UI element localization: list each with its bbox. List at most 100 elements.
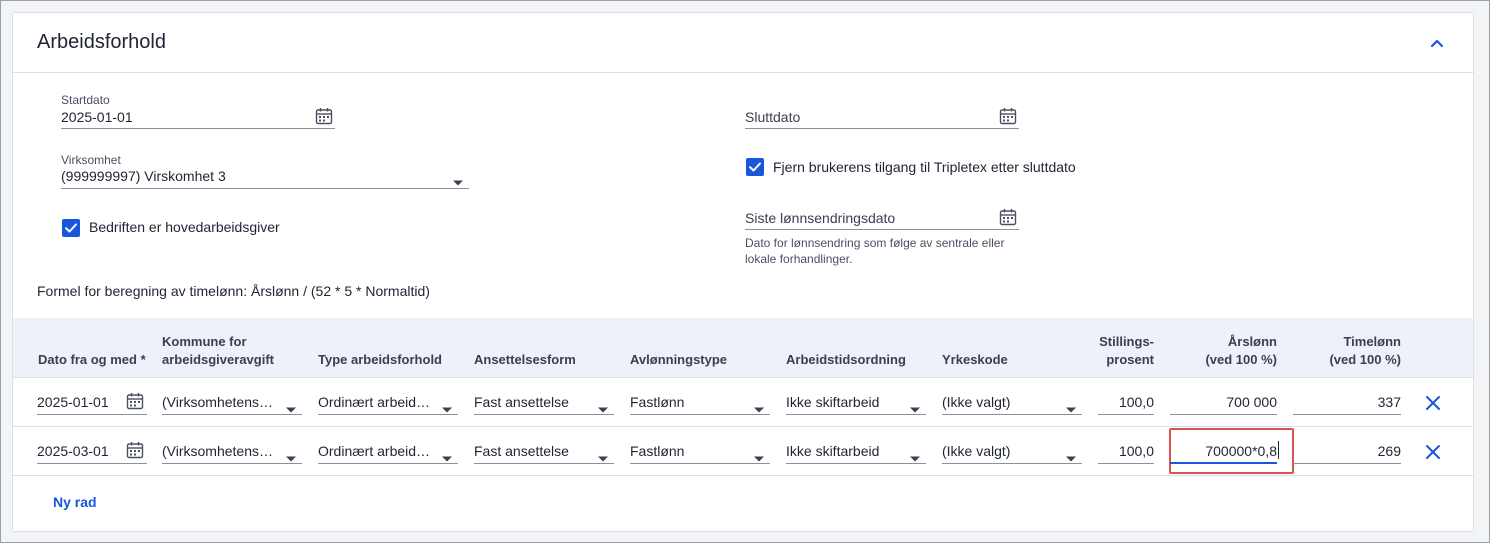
delete-row-button[interactable] [1424,394,1442,412]
caret-down-icon[interactable] [752,450,766,462]
arbeidstid-underline [786,414,926,415]
type-underline [318,463,458,464]
kommune-select[interactable]: (Virksomhetens… [162,394,280,410]
delete-row-button[interactable] [1424,443,1442,461]
employment-card: Arbeidsforhold Startdato 2025-01-01 Slut… [12,12,1474,532]
virksomhet-label: Virksomhet [61,153,121,167]
ansettelsesform-underline [474,463,614,464]
check-icon [749,162,761,172]
caret-down-icon[interactable] [284,401,298,413]
card-header: Arbeidsforhold [13,13,1473,73]
siste-lonnsendring-input[interactable]: Siste lønnsendringsdato [745,210,895,226]
yrkeskode-select[interactable]: (Ikke valgt) [942,394,1060,410]
caret-down-icon[interactable] [284,450,298,462]
close-icon [1426,396,1440,410]
virksomhet-select[interactable]: (999999997) Virskomhet 3 [61,168,226,184]
dato-underline [37,414,147,415]
col-kommune-header-line1: Kommune for [162,334,247,349]
caret-down-icon[interactable] [908,401,922,413]
type-select[interactable]: Ordinært arbeid… [318,394,436,410]
siste-lonnsendring-underline [745,229,1019,230]
timelonn-input[interactable]: 269 [1293,443,1401,459]
dato-input[interactable]: 2025-01-01 [37,394,109,410]
yrkeskode-select[interactable]: (Ikke valgt) [942,443,1060,459]
virksomhet-underline [61,188,469,189]
yrkeskode-underline [942,414,1082,415]
hovedarbeidsgiver-label: Bedriften er hovedarbeidsgiver [89,219,280,235]
timelonn-underline [1293,463,1401,464]
arbeidstid-underline [786,463,926,464]
col-timelonn-header-line1: Timelønn [1343,334,1401,349]
caret-down-icon[interactable] [451,174,465,186]
stilling-underline [1098,414,1154,415]
siste-lonnsendring-help: Dato for lønnsendring som følge av sentr… [745,236,1005,266]
caret-down-icon[interactable] [1064,401,1078,413]
col-type-header: Type arbeidsforhold [318,352,442,367]
stilling-underline [1098,463,1154,464]
type-underline [318,414,458,415]
caret-down-icon[interactable] [440,401,454,413]
col-ansettelsesform-header: Ansettelsesform [474,352,576,367]
card-title: Arbeidsforhold [37,31,166,53]
startdato-input[interactable]: 2025-01-01 [61,109,133,125]
ansettelsesform-underline [474,414,614,415]
arbeidstid-select[interactable]: Ikke skiftarbeid [786,394,904,410]
hovedarbeidsgiver-checkbox[interactable] [62,219,80,237]
kommune-underline [162,463,302,464]
timelonn-input[interactable]: 337 [1293,394,1401,410]
kommune-underline [162,414,302,415]
arslonn-input-active[interactable]: 700000*0,8 [1170,443,1277,459]
table-header: Dato fra og med * Kommune for arbeidsgiv… [13,318,1473,378]
calendar-icon[interactable] [999,107,1017,125]
col-kommune-header-line2: arbeidsgiveravgift [162,352,274,367]
yrkeskode-underline [942,463,1082,464]
caret-down-icon[interactable] [752,401,766,413]
check-icon [65,223,77,233]
table-row: 2025-01-01 (Virksomhetens… Ordinært arbe… [13,378,1473,427]
stilling-input[interactable]: 100,0 [1098,394,1154,410]
kommune-select[interactable]: (Virksomhetens… [162,443,280,459]
calendar-icon[interactable] [126,441,144,459]
avlonningstype-select[interactable]: Fastlønn [630,394,748,410]
formula-text: Formel for beregning av timelønn: Årsløn… [37,283,430,299]
type-select[interactable]: Ordinært arbeid… [318,443,436,459]
caret-down-icon[interactable] [908,450,922,462]
caret-down-icon[interactable] [440,450,454,462]
ansettelsesform-select[interactable]: Fast ansettelse [474,394,592,410]
col-arbeidstid-header: Arbeidstidsordning [786,352,906,367]
startdato-label: Startdato [61,93,110,107]
collapse-button[interactable] [1427,33,1447,53]
col-stilling-header-line2: prosent [1106,352,1154,367]
calendar-icon[interactable] [999,208,1017,226]
col-dato-header: Dato fra og med * [38,352,146,367]
calendar-icon[interactable] [315,107,333,125]
startdato-underline [61,128,335,129]
text-cursor [1278,441,1279,459]
arbeidstid-select[interactable]: Ikke skiftarbeid [786,443,904,459]
arslonn-underline [1170,414,1277,415]
caret-down-icon[interactable] [596,450,610,462]
col-timelonn-header-line2: (ved 100 %) [1329,352,1401,367]
fjern-tilgang-checkbox[interactable] [746,158,764,176]
add-row-button[interactable]: Ny rad [53,494,97,510]
col-avlonningstype-header: Avlønningstype [630,352,728,367]
avlonningstype-select[interactable]: Fastlønn [630,443,748,459]
ansettelsesform-select[interactable]: Fast ansettelse [474,443,592,459]
col-stilling-header-line1: Stillings- [1099,334,1154,349]
col-yrkeskode-header: Yrkeskode [942,352,1008,367]
caret-down-icon[interactable] [1064,450,1078,462]
caret-down-icon[interactable] [596,401,610,413]
dato-underline [37,463,147,464]
calendar-icon[interactable] [126,392,144,410]
arslonn-active-underline [1170,462,1277,464]
avlonningstype-underline [630,414,770,415]
avlonningstype-underline [630,463,770,464]
arslonn-input[interactable]: 700 000 [1170,394,1277,410]
timelonn-underline [1293,414,1401,415]
col-arslonn-header-line2: (ved 100 %) [1205,352,1277,367]
chevron-up-icon [1430,39,1444,48]
stilling-input[interactable]: 100,0 [1098,443,1154,459]
close-icon [1426,445,1440,459]
sluttdato-input[interactable]: Sluttdato [745,109,800,125]
dato-input[interactable]: 2025-03-01 [37,443,109,459]
